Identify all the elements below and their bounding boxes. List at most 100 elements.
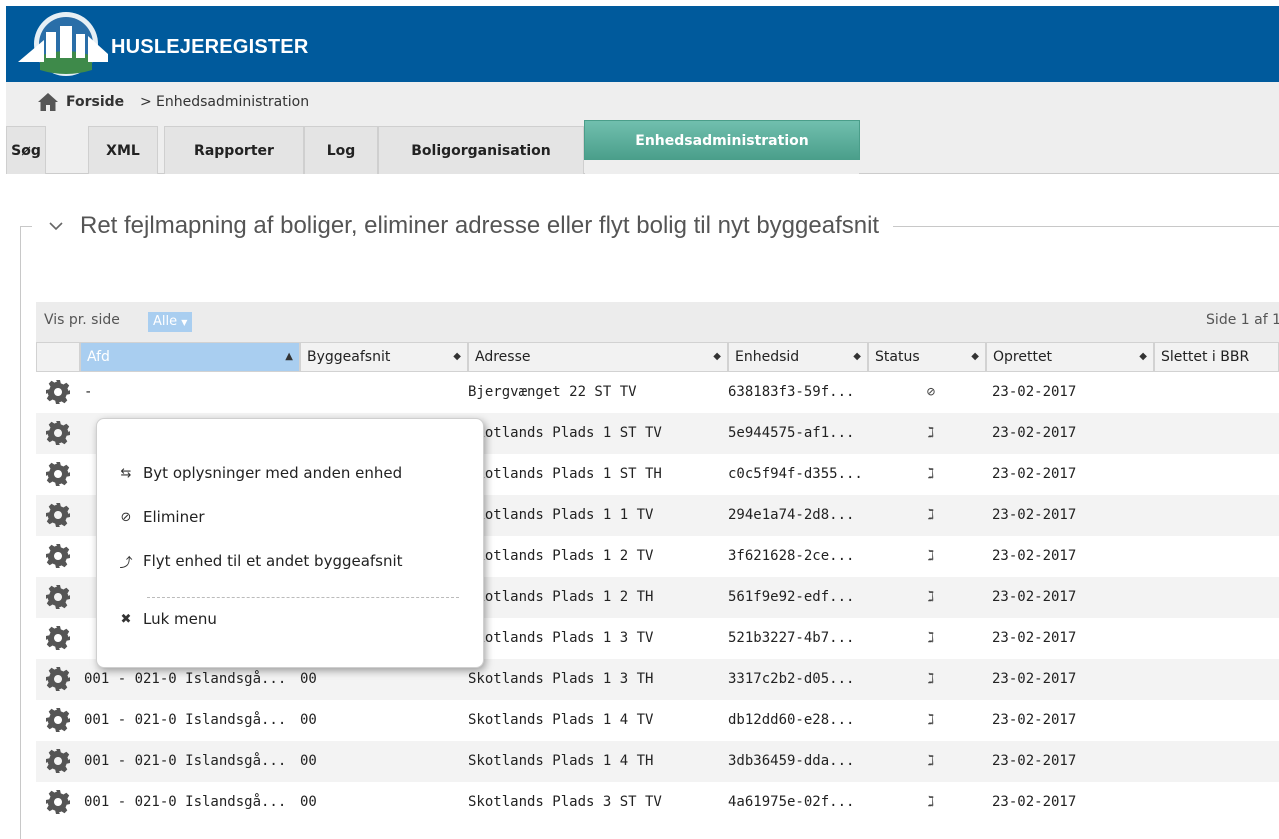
chevron-down-icon[interactable] (46, 216, 66, 236)
gear-icon[interactable] (44, 706, 72, 734)
table-row[interactable]: 001 - 021-0 Islandsgå... 00 Skotlands Pl… (36, 741, 1279, 782)
cell-byggeafsnit: 00 (300, 794, 317, 810)
cell-oprettet: 23-02-2017 (992, 671, 1077, 687)
sort-icon: ◆ (453, 351, 461, 362)
tab-xml[interactable]: XML (88, 126, 158, 174)
column-header-afd[interactable]: Afd ▲ (80, 342, 300, 372)
home-icon[interactable] (37, 92, 59, 112)
menu-item-close[interactable]: ✖ Luk menu (117, 607, 217, 631)
caret-down-icon: ▼ (181, 318, 188, 327)
cell-enhedsid: 294e1a74-2d8... (728, 507, 855, 523)
row-actions-button[interactable] (44, 577, 76, 618)
row-actions-button[interactable] (44, 782, 76, 823)
cell-oprettet: 23-02-2017 (992, 712, 1077, 728)
ban-icon: ⊘ (120, 509, 132, 525)
menu-item-label: Luk menu (143, 610, 217, 628)
breadcrumb-home-link[interactable]: Forside (66, 94, 124, 110)
per-page-value: Alle (153, 314, 178, 329)
cell-oprettet: 23-02-2017 (992, 589, 1077, 605)
cell-enhedsid: 4a61975e-02f... (728, 794, 855, 810)
tab-rapporter[interactable]: Rapporter (164, 126, 304, 174)
cell-enhedsid: 3db36459-dda... (728, 753, 855, 769)
gear-icon[interactable] (44, 542, 72, 570)
row-actions-button[interactable] (44, 659, 76, 700)
gear-icon[interactable] (44, 624, 72, 652)
row-actions-button[interactable] (44, 536, 76, 577)
column-header-label: Oprettet (993, 349, 1053, 365)
cell-adresse: Skotlands Plads 1 3 TV (468, 630, 654, 646)
status-feed-icon: ℷ (927, 712, 935, 728)
tab-log[interactable]: Log (304, 126, 378, 174)
row-actions-button[interactable] (44, 454, 76, 495)
breadcrumb: Forside > Enhedsadministration (6, 82, 1279, 122)
row-actions-button[interactable] (44, 741, 76, 782)
column-header-label: Slettet i BBR (1161, 349, 1250, 365)
column-header-adresse[interactable]: Adresse ◆ (468, 342, 728, 372)
gear-icon[interactable] (44, 378, 72, 406)
tab-boligorganisation[interactable]: Boligorganisation (378, 126, 584, 174)
status-feed-icon: ℷ (927, 753, 935, 769)
menu-item-label: Eliminer (143, 508, 205, 526)
cell-afd: 001 - 021-0 Islandsgå... (84, 712, 284, 728)
gear-icon[interactable] (44, 747, 72, 775)
breadcrumb-current: Enhedsadministration (156, 94, 310, 110)
column-header-oprettet[interactable]: Oprettet ◆ (986, 342, 1154, 372)
row-actions-button[interactable] (44, 495, 76, 536)
row-actions-button[interactable] (44, 700, 76, 741)
table-toolbar: Vis pr. side Alle ▼ Side 1 af 1 (36, 302, 1279, 342)
table-row[interactable]: 001 - 021-0 Islandsgå... 00 Skotlands Pl… (36, 782, 1279, 823)
sort-icon: ◆ (1139, 351, 1147, 362)
cell-adresse: Skotlands Plads 1 4 TH (468, 753, 654, 769)
table-header: Afd ▲ Byggeafsnit ◆ Adresse ◆ Enhedsid ◆… (36, 342, 1279, 372)
menu-item-flyt[interactable]: ⤴ Flyt enhed til et andet byggeafsnit (117, 549, 402, 573)
cell-enhedsid: 5e944575-af1... (728, 425, 855, 441)
close-icon: ✖ (120, 611, 132, 627)
cell-oprettet: 23-02-2017 (992, 507, 1077, 523)
status-feed-icon: ℷ (927, 589, 935, 605)
column-header-enhedsid[interactable]: Enhedsid ◆ (728, 342, 868, 372)
tab-enhedsadministration[interactable]: Enhedsadministration (584, 120, 860, 174)
row-actions-button[interactable] (44, 618, 76, 659)
column-header-slettet-i-bbr[interactable]: Slettet i BBR (1154, 342, 1279, 372)
cell-enhedsid: 638183f3-59f... (728, 384, 855, 400)
cell-adresse: Skotlands Plads 1 1 TV (468, 507, 654, 523)
app-title: HUSLEJEREGISTER (111, 36, 309, 58)
app-header: HUSLEJEREGISTER (6, 6, 1279, 82)
menu-divider (147, 597, 459, 598)
row-context-menu: ⇆ Byt oplysninger med anden enhed ⊘ Elim… (96, 418, 484, 668)
column-header-byggeafsnit[interactable]: Byggeafsnit ◆ (300, 342, 468, 372)
per-page-select[interactable]: Alle ▼ (148, 312, 193, 332)
table-row[interactable]: - Bjergvænget 22 ST TV 638183f3-59f... ⊘… (36, 372, 1279, 413)
gear-icon[interactable] (44, 501, 72, 529)
menu-item-eliminer[interactable]: ⊘ Eliminer (117, 505, 205, 529)
gear-icon[interactable] (44, 665, 72, 693)
breadcrumb-separator: > (140, 94, 152, 110)
sort-icon: ◆ (713, 351, 721, 362)
column-header-label: Adresse (475, 349, 531, 365)
tab-sog[interactable]: Søg (6, 126, 46, 174)
column-header-status[interactable]: Status ◆ (868, 342, 986, 372)
column-header-label: Status (875, 349, 920, 365)
sort-icon: ◆ (971, 351, 979, 362)
cell-adresse: Skotlands Plads 1 ST TV (468, 425, 662, 441)
cell-enhedsid: 561f9e92-edf... (728, 589, 855, 605)
table-row[interactable]: 001 - 021-0 Islandsgå... 00 Skotlands Pl… (36, 700, 1279, 741)
gear-icon[interactable] (44, 583, 72, 611)
section-title: Ret fejlmapning af boliger, eliminer adr… (80, 212, 880, 239)
cell-oprettet: 23-02-2017 (992, 466, 1077, 482)
gear-icon[interactable] (44, 788, 72, 816)
move-up-icon: ⤴ (119, 555, 133, 571)
menu-item-swap[interactable]: ⇆ Byt oplysninger med anden enhed (117, 461, 403, 485)
sort-asc-icon: ▲ (285, 351, 293, 362)
cell-enhedsid: 3f621628-2ce... (728, 548, 855, 564)
gear-icon[interactable] (44, 419, 72, 447)
cell-oprettet: 23-02-2017 (992, 384, 1077, 400)
cell-oprettet: 23-02-2017 (992, 794, 1077, 810)
status-feed-icon: ℷ (927, 671, 935, 687)
row-actions-button[interactable] (44, 372, 76, 413)
section-legend[interactable]: Ret fejlmapning af boliger, eliminer adr… (32, 210, 894, 242)
cell-enhedsid: c0c5f94f-d355... (728, 466, 863, 482)
row-actions-button[interactable] (44, 413, 76, 454)
gear-icon[interactable] (44, 460, 72, 488)
cell-byggeafsnit (300, 372, 360, 413)
